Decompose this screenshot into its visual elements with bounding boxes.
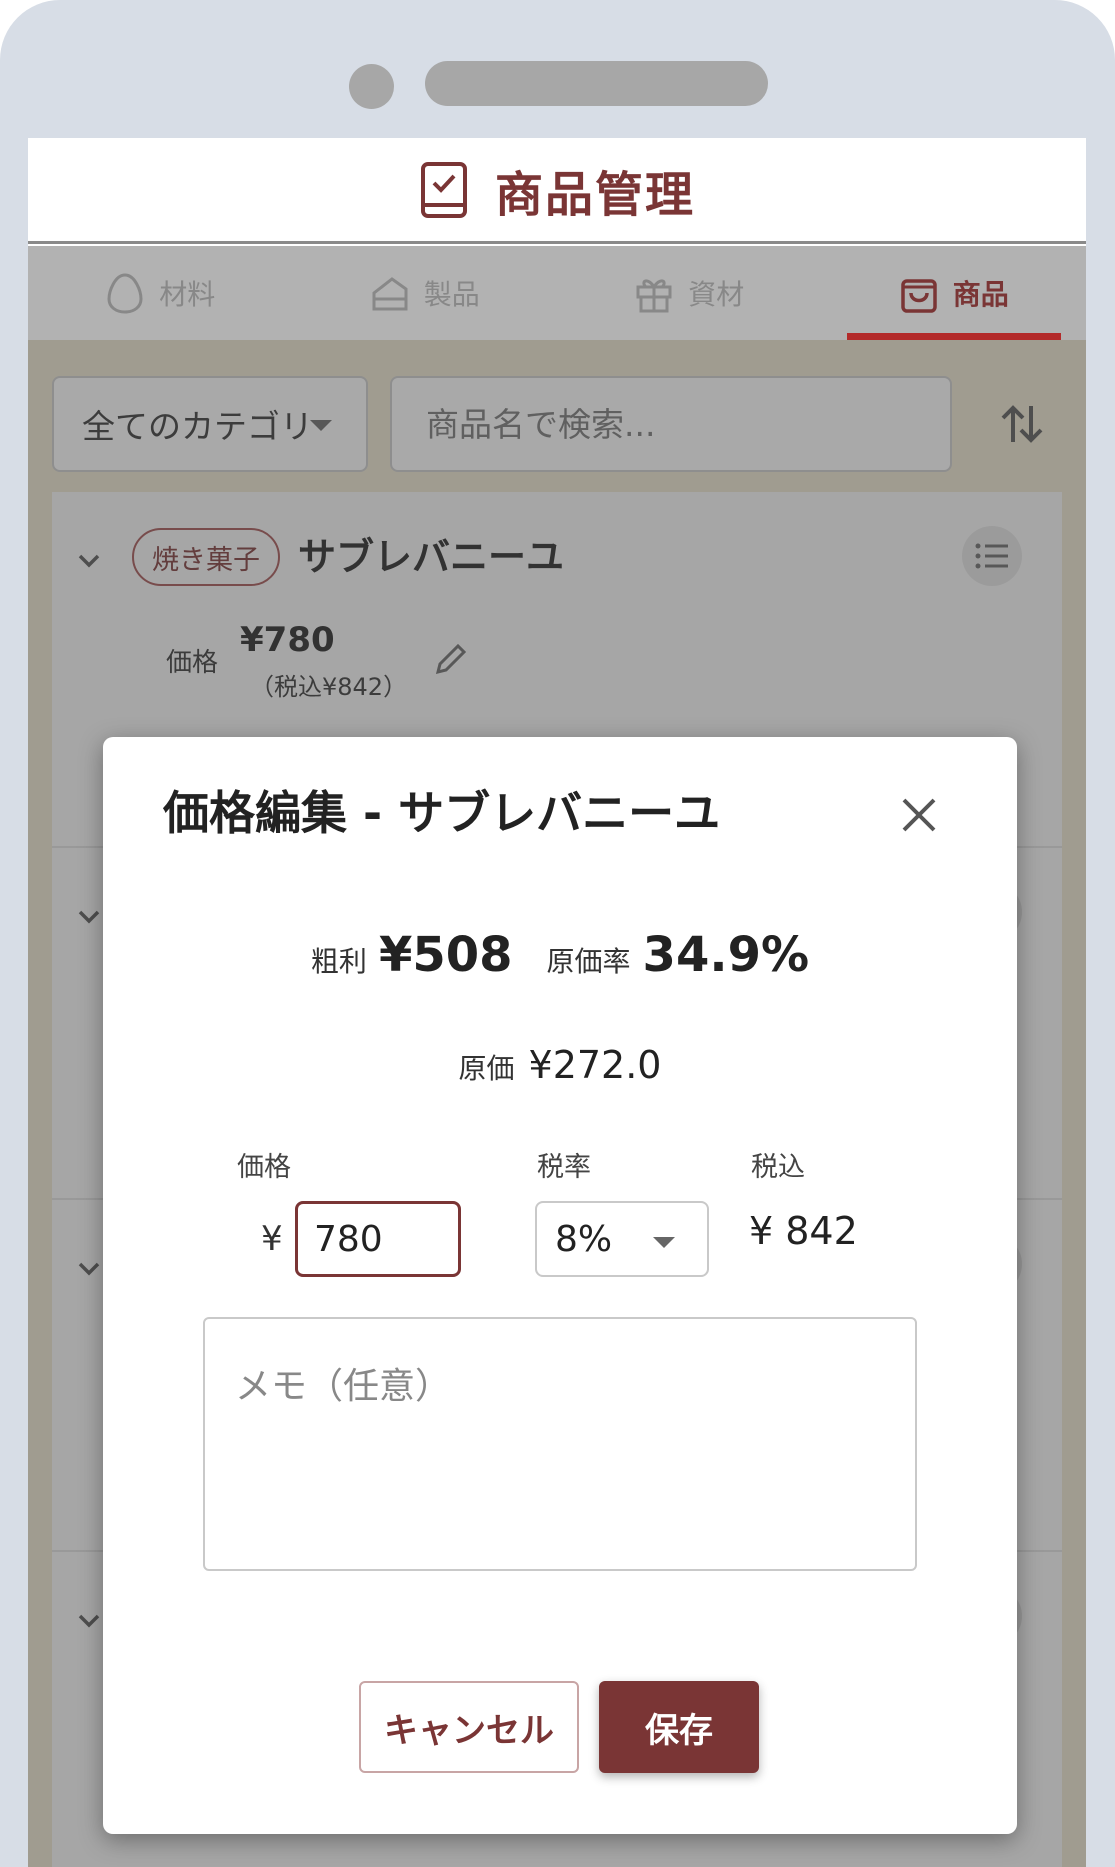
- tab-supplies-label: 資材: [688, 278, 745, 311]
- tax-included-value: ¥ 842: [749, 1209, 858, 1253]
- cost-label: 原価: [458, 1052, 515, 1085]
- close-icon[interactable]: [899, 795, 939, 835]
- save-button[interactable]: 保存: [599, 1681, 759, 1773]
- tab-goods[interactable]: 商品: [822, 246, 1087, 340]
- app-title: 商品管理: [494, 166, 695, 223]
- egg-icon: [107, 273, 143, 314]
- speaker-slot: [425, 61, 768, 106]
- gross-profit-value: ¥508: [378, 927, 513, 983]
- tab-goods-label: 商品: [952, 278, 1009, 311]
- device-frame: 商品管理 材料 製品 資材 商品 全てのカテゴリ 商品名で検索... 焼き菓子 …: [0, 0, 1115, 1867]
- gross-profit-label: 粗利: [310, 945, 367, 978]
- caret-down-icon: [653, 1237, 675, 1248]
- cost-ratio-value: 34.9%: [642, 927, 810, 983]
- app-header: 商品管理: [28, 138, 1086, 244]
- tax-rate-label: 税率: [537, 1152, 591, 1183]
- tab-products[interactable]: 製品: [293, 246, 558, 340]
- app-screen: 商品管理 材料 製品 資材 商品 全てのカテゴリ 商品名で検索... 焼き菓子 …: [28, 138, 1086, 1867]
- tab-products-label: 製品: [423, 278, 480, 311]
- tab-bar: 材料 製品 資材 商品: [28, 246, 1086, 340]
- memo-textarea[interactable]: [203, 1317, 917, 1571]
- tax-rate-value: 8%: [555, 1218, 613, 1260]
- yen-symbol: ¥: [261, 1219, 283, 1259]
- tab-supplies[interactable]: 資材: [557, 246, 822, 340]
- clipboard-check-icon: [420, 161, 467, 218]
- cake-icon: [372, 277, 408, 311]
- tax-rate-select[interactable]: 8%: [535, 1201, 709, 1277]
- camera-dot: [349, 64, 394, 109]
- tab-materials-label: 材料: [159, 278, 216, 311]
- cost-ratio-label: 原価率: [546, 945, 631, 978]
- cost-summary: 原価 ¥272.0: [103, 1043, 1017, 1087]
- shopping-bag-icon: [900, 279, 937, 313]
- price-input[interactable]: [295, 1201, 461, 1277]
- cancel-button[interactable]: キャンセル: [359, 1681, 579, 1773]
- tab-materials[interactable]: 材料: [28, 246, 293, 340]
- dialog-title: 価格編集 - サブレバニーユ: [163, 786, 721, 840]
- gift-icon: [636, 279, 672, 313]
- profit-summary: 粗利 ¥508 原価率 34.9%: [103, 927, 1017, 983]
- price-field-label: 価格: [237, 1152, 291, 1183]
- cost-value: ¥272.0: [528, 1043, 662, 1087]
- price-edit-dialog: 価格編集 - サブレバニーユ 粗利 ¥508 原価率 34.9% 原価 ¥272.0 価…: [103, 737, 1017, 1834]
- tax-included-label: 税込: [751, 1152, 805, 1183]
